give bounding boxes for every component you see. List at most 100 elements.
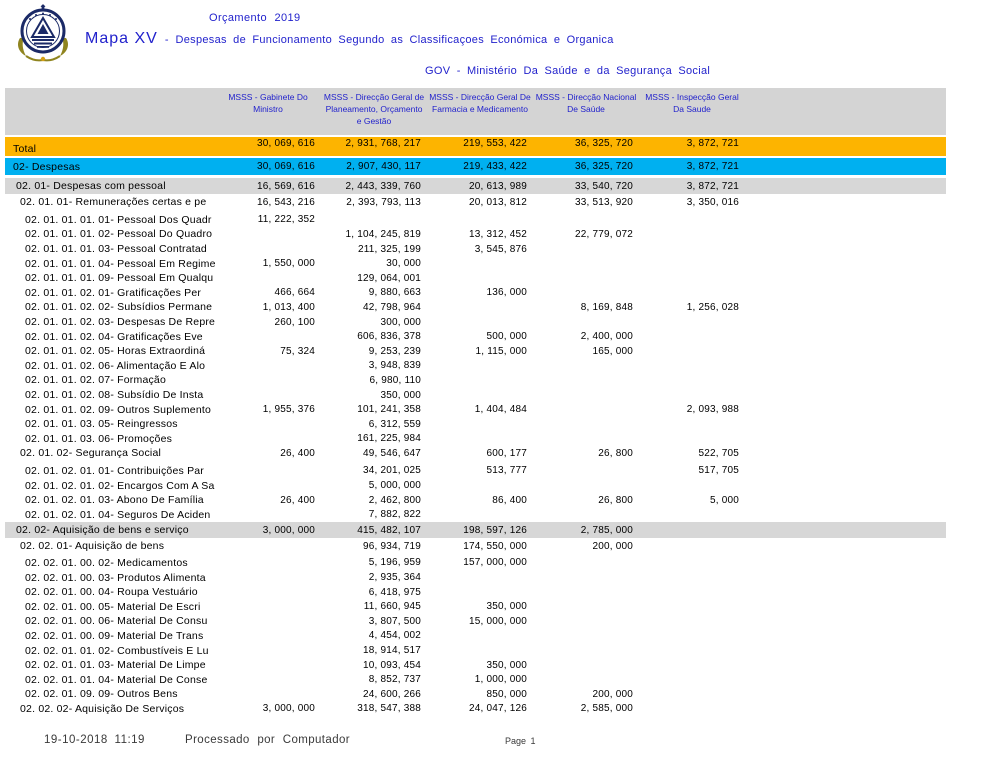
table-row: 02. 02. 01. 00. 04- Roupa Vestuário 6, 41…: [5, 585, 946, 600]
table-row: 02. 02. 01. 01. 02- Combustíveis E Lu 18,…: [5, 643, 946, 658]
value-cell: 200, 000: [592, 688, 633, 700]
value-cell: 30, 069, 616: [256, 138, 315, 149]
value-cell: 22, 779, 072: [574, 228, 633, 240]
footer-datetime: 19-10-2018 11:19: [44, 734, 145, 746]
value-cell: 15, 000, 000: [468, 615, 527, 627]
row-label: 02. 01- Despesas com pessoal: [16, 180, 166, 192]
row-label: 02. 02. 01. 01. 03- Material De Limpe: [25, 659, 206, 672]
value-cell: 350, 000: [486, 659, 527, 671]
value-cell: 3, 807, 500: [368, 615, 421, 627]
table-row: 02. 01. 01. 02. 08- Subsídio De Insta 350…: [5, 388, 946, 403]
value-cell: 300, 000: [380, 316, 421, 328]
column-header: MSSS - Gabinete Do Ministro: [228, 92, 308, 114]
value-cell: 5, 196, 959: [368, 557, 421, 569]
value-cell: 4, 454, 002: [368, 630, 421, 642]
table-row: Total 30, 069, 616 2, 931, 768, 217 219, 55…: [5, 137, 946, 156]
value-cell: 20, 013, 812: [468, 196, 527, 208]
value-cell: 350, 000: [380, 389, 421, 401]
column-header: MSSS - Direcção Geral De Farmacia e Medi…: [429, 92, 531, 114]
row-label: 02. 01. 02. 01. 02- Encargos Com A Sa: [25, 479, 215, 492]
budget-year-title: Orçamento 2019: [209, 12, 301, 24]
value-cell: 2, 462, 800: [368, 494, 421, 506]
table-row: 02. 01. 01. 01. 09- Pessoal Em Qualqu 129…: [5, 271, 946, 286]
value-cell: 318, 547, 388: [357, 703, 421, 715]
row-label: 02. 01. 01. 02. 05- Horas Extraordiná: [25, 345, 206, 358]
footer-processed-by: Processado por Computador: [185, 734, 351, 746]
value-cell: 165, 000: [592, 345, 633, 357]
value-cell: 36, 325, 720: [574, 161, 633, 172]
row-label: 02. 02. 01- Aquisição de bens: [20, 540, 165, 553]
value-cell: 2, 093, 988: [686, 404, 739, 416]
table-row: 02. 01. 01. 03. 05- Reingressos 6, 312, 5…: [5, 417, 946, 432]
table-row: 02. 02. 01. 01. 04- Material De Conse 8, …: [5, 672, 946, 687]
row-label: 02. 01. 01. 03. 06- Promoções: [25, 432, 173, 445]
emblem-icon: [18, 4, 68, 62]
value-cell: 1, 955, 376: [262, 404, 315, 416]
value-cell: 101, 241, 358: [357, 404, 421, 416]
value-cell: 3, 545, 876: [474, 243, 527, 255]
value-cell: 3, 872, 721: [686, 180, 739, 192]
table-row: 02. 01. 01. 02. 05- Horas Extraordiná 75,…: [5, 344, 946, 359]
page-number: Page 1: [505, 736, 536, 746]
row-label-column-spacer: [5, 88, 215, 135]
value-cell: 11, 660, 945: [363, 601, 421, 613]
value-cell: 49, 546, 647: [362, 447, 421, 459]
table-row: 02. 01. 01. 02. 09- Outros Suplemento 1, …: [5, 402, 946, 417]
report-page: Orçamento 2019 Mapa XV - Despesas de Fun…: [0, 0, 1000, 773]
value-cell: 3, 948, 839: [368, 360, 421, 372]
value-cell: 75, 324: [280, 345, 315, 357]
table-row: 02. 01. 02- Segurança Social 26, 400 49, 5…: [5, 446, 946, 461]
row-label: 02. 01. 01. 02. 06- Alimentação E Alo: [25, 359, 206, 372]
value-cell: 33, 513, 920: [574, 196, 633, 208]
value-cell: 513, 777: [486, 465, 527, 477]
value-cell: 200, 000: [592, 540, 633, 552]
table-row: 02. 01. 01. 01. 01- Pessoal Dos Quadr 11,…: [5, 213, 946, 228]
table-row: 02. 02. 01- Aquisição de bens 96, 934, 71…: [5, 539, 946, 554]
table-row: 02. 01. 01. 02. 04- Gratificações Eve 606…: [5, 329, 946, 344]
value-cell: 211, 325, 199: [357, 243, 421, 255]
value-cell: 36, 325, 720: [574, 138, 633, 149]
value-cell: 5, 000, 000: [368, 480, 421, 492]
value-cell: 3, 350, 016: [686, 196, 739, 208]
value-cell: 10, 093, 454: [362, 659, 421, 671]
row-label: 02. 01. 02. 01. 03- Abono De Família: [25, 494, 204, 507]
table-row: 02. 01. 02. 01. 04- Seguros De Aciden 7, …: [5, 507, 946, 522]
value-cell: 129, 064, 001: [357, 272, 421, 284]
row-label: 02. 01. 02. 01. 01- Contribuições Par: [25, 464, 205, 477]
value-cell: 198, 597, 126: [463, 524, 527, 536]
value-cell: 7, 882, 822: [368, 509, 421, 521]
value-cell: 2, 931, 768, 217: [345, 138, 421, 149]
value-cell: 1, 000, 000: [474, 674, 527, 686]
table-row: 02. 01. 01- Remunerações certas e pe 16, …: [5, 195, 946, 210]
row-label: 02. 01. 01. 02. 08- Subsídio De Insta: [25, 389, 204, 402]
value-cell: 2, 907, 430, 117: [346, 161, 421, 172]
value-cell: 3, 872, 721: [686, 138, 739, 149]
row-label: 02. 01. 02. 01. 04- Seguros De Aciden: [25, 508, 211, 521]
table-row: 02. 01. 01. 01. 02- Pessoal Do Quadro 1, …: [5, 227, 946, 242]
value-cell: 11, 222, 352: [257, 214, 315, 226]
map-subtitle: Despesas de Funcionamento Segundo as Cla…: [175, 34, 614, 46]
budget-table: MSSS - Gabinete Do Ministro MSSS - Direcç…: [5, 88, 946, 716]
value-cell: 2, 443, 339, 760: [345, 180, 421, 192]
value-cell: 18, 914, 517: [362, 645, 421, 657]
column-header: MSSS - Direcção Geral de Planeamento, Or…: [323, 92, 425, 126]
row-label: 02. 02- Aquisição de bens e serviço: [16, 524, 189, 537]
value-cell: 850, 000: [486, 688, 527, 700]
map-title-separator: -: [164, 34, 169, 46]
value-cell: 1, 104, 245, 819: [345, 228, 421, 240]
row-label: 02. 01. 01- Remunerações certas e pe: [20, 196, 207, 209]
value-cell: 2, 935, 364: [368, 572, 421, 584]
row-label: 02. 01. 01. 03. 05- Reingressos: [25, 418, 178, 431]
table-row: 02. 02. 01. 00. 03- Produtos Alimenta 2, …: [5, 570, 946, 585]
value-cell: 415, 482, 107: [357, 524, 421, 536]
table-row: 02. 01. 01. 02. 07- Formação 6, 980, 110: [5, 373, 946, 388]
value-cell: 500, 000: [486, 331, 527, 343]
row-label: 02. 01. 01. 02. 01- Gratificações Per: [25, 286, 202, 299]
row-label: 02. 01. 01. 01. 09- Pessoal Em Qualqu: [25, 272, 214, 285]
table-row: 02. 01. 01. 02. 03- Despesas De Repre 260…: [5, 315, 946, 330]
value-cell: 600, 177: [486, 447, 527, 459]
row-label: 02. 01. 01. 01. 01- Pessoal Dos Quadr: [25, 213, 212, 226]
value-cell: 24, 600, 266: [362, 688, 421, 700]
value-cell: 1, 256, 028: [686, 301, 739, 313]
table-row: 02. 02. 01. 00. 05- Material De Escri 11,…: [5, 599, 946, 614]
